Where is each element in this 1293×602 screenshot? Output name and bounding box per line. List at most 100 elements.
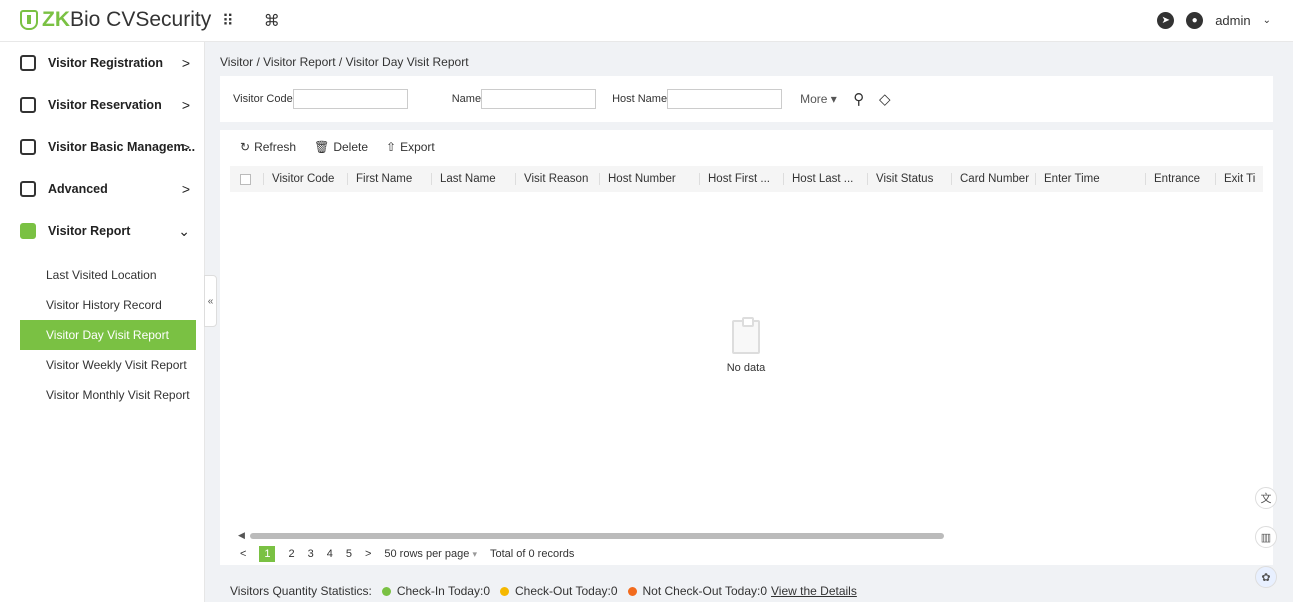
checkin-count: Check-In Today:0 <box>396 584 490 598</box>
column-header[interactable]: Host Last ... <box>783 173 867 185</box>
column-header[interactable]: First Name <box>347 173 431 185</box>
page-button[interactable]: 4 <box>327 548 333 560</box>
rows-per-page-label: 50 rows per page <box>384 548 470 560</box>
chevron-down-icon: ⌄ <box>178 222 190 239</box>
book-icon[interactable]: ▥ <box>1255 526 1277 548</box>
column-header[interactable]: Visitor Code <box>263 173 347 185</box>
user-icon[interactable]: ● <box>1186 12 1204 29</box>
export-button[interactable]: ⇧ Export <box>386 140 435 154</box>
column-header[interactable]: Visit Status <box>867 173 951 185</box>
checkout-count: Check-Out Today:0 <box>515 584 618 598</box>
gear-icon <box>20 139 36 155</box>
more-filters-button[interactable]: More ▾ <box>800 92 837 106</box>
host-name-input[interactable] <box>667 89 783 109</box>
view-details-link[interactable]: View the Details <box>771 584 857 598</box>
report-icon <box>20 223 36 239</box>
export-icon: ⇧ <box>386 140 397 154</box>
table-header: Visitor Code First Name Last Name Visit … <box>230 166 1263 192</box>
chevron-down-icon[interactable]: ⌄ <box>1263 15 1271 26</box>
caret-down-icon: ▾ <box>472 549 477 559</box>
sidebar-item-label: Visitor Registration <box>48 56 164 70</box>
page-button[interactable]: 1 <box>259 546 276 562</box>
main-content: ↻ Refresh 🗑 Delete ⇧ Export Visitor Code Fi… <box>220 130 1273 565</box>
chevron-right-icon: > <box>181 181 190 197</box>
refresh-button[interactable]: ↻ Refresh <box>240 140 296 154</box>
search-icon[interactable]: ⚲ <box>849 89 869 109</box>
sidebar-item-label: Visitor Report <box>48 224 131 238</box>
grid-icon[interactable]: ⠿ <box>222 11 234 31</box>
compass-icon[interactable]: ➤ <box>1157 12 1175 29</box>
clipboard-icon <box>732 317 760 354</box>
advanced-icon <box>20 181 36 197</box>
command-icon[interactable]: ⌘ <box>264 11 280 31</box>
logo-z: Z <box>42 8 55 31</box>
empty-state-text: No data <box>726 362 766 374</box>
sidebar-item-visitor-report[interactable]: Visitor Report ⌄ <box>0 210 204 252</box>
trash-icon: 🗑 <box>314 140 330 154</box>
select-all-checkbox[interactable] <box>240 173 251 185</box>
page-button[interactable]: 3 <box>308 548 314 560</box>
page-button[interactable]: 2 <box>288 548 294 560</box>
prev-page-button[interactable]: < <box>240 548 246 560</box>
host-name-label: Host Name <box>612 93 668 105</box>
visitor-code-input[interactable] <box>292 89 408 109</box>
sidebar-item-label: Advanced <box>48 182 108 196</box>
sidebar: Visitor Registration > Visitor Reservati… <box>0 42 205 602</box>
rows-per-page-select[interactable]: 50 rows per page ▾ <box>384 548 477 560</box>
column-header[interactable]: Host First ... <box>699 173 783 185</box>
toolbar: ↻ Refresh 🗑 Delete ⇧ Export <box>240 140 435 154</box>
stats-label: Visitors Quantity Statistics: <box>230 584 372 598</box>
total-records: Total of 0 records <box>489 548 575 560</box>
horizontal-scrollbar[interactable] <box>250 533 944 539</box>
not-checkout-count: Not Check-Out Today:0 <box>642 584 768 598</box>
breadcrumb: Visitor / Visitor Report / Visitor Day V… <box>220 55 469 69</box>
refresh-label: Refresh <box>254 140 297 154</box>
ai-brain-icon[interactable]: ✿ <box>1255 566 1277 588</box>
name-input[interactable] <box>481 89 597 109</box>
column-header[interactable]: Visit Reason <box>515 173 599 185</box>
sidebar-subitem-visitor-weekly-visit-report[interactable]: Visitor Weekly Visit Report <box>0 350 204 380</box>
empty-state: No data <box>710 317 782 374</box>
column-header[interactable]: Host Number <box>599 173 699 185</box>
eraser-icon[interactable]: ◇ <box>875 89 895 109</box>
registration-icon <box>20 55 36 71</box>
sidebar-item-label: Visitor Basic Managem... <box>48 140 196 154</box>
column-header[interactable]: Enter Time <box>1035 173 1145 185</box>
column-header[interactable]: Card Number <box>951 173 1035 185</box>
page-button[interactable]: 5 <box>346 548 352 560</box>
logo-bio: Bio CVSecurity <box>70 8 212 31</box>
sidebar-item-visitor-reservation[interactable]: Visitor Reservation > <box>0 84 204 126</box>
column-header[interactable]: Entrance <box>1145 173 1215 185</box>
delete-button[interactable]: 🗑 Delete <box>314 140 368 154</box>
translate-icon[interactable]: 文 <box>1255 487 1277 509</box>
column-header[interactable]: Exit Ti <box>1215 173 1255 185</box>
refresh-icon: ↻ <box>240 140 251 154</box>
reservation-icon <box>20 97 36 113</box>
sidebar-collapse-button[interactable]: « <box>204 275 217 327</box>
column-header[interactable]: Last Name <box>431 173 515 185</box>
visitor-stats-footer: Visitors Quantity Statistics: Check-In T… <box>230 584 857 598</box>
sidebar-item-visitor-registration[interactable]: Visitor Registration > <box>0 42 204 84</box>
sidebar-subitem-visitor-monthly-visit-report[interactable]: Visitor Monthly Visit Report <box>0 380 204 410</box>
chevron-right-icon: > <box>181 139 190 155</box>
sidebar-item-visitor-basic-management[interactable]: Visitor Basic Managem... > <box>0 126 204 168</box>
logo-text: ZKBio CVSecurity <box>42 8 211 32</box>
scroll-left-icon[interactable]: ◀ <box>238 530 245 541</box>
sidebar-subitem-last-visited-location[interactable]: Last Visited Location <box>0 260 204 290</box>
sidebar-subitem-visitor-day-visit-report[interactable]: Visitor Day Visit Report <box>20 320 196 350</box>
top-right: ➤ ● admin ⌄ <box>1157 12 1271 29</box>
logo-k: K <box>54 8 70 31</box>
name-label: Name <box>451 93 482 105</box>
sidebar-item-advanced[interactable]: Advanced > <box>0 168 204 210</box>
sidebar-subitem-visitor-history-record[interactable]: Visitor History Record <box>0 290 204 320</box>
visitor-code-label: Visitor Code <box>233 93 293 105</box>
search-panel: Visitor Code Name Host Name More ▾ ⚲ ◇ <box>220 76 1273 122</box>
sidebar-item-label: Visitor Reservation <box>48 98 162 112</box>
checkout-dot-icon <box>500 586 509 596</box>
chevron-right-icon: > <box>181 97 190 113</box>
chevron-right-icon: > <box>181 55 190 71</box>
app-logo[interactable]: ZKBio CVSecurity <box>20 8 211 32</box>
top-icons: ⠿ ⌘ <box>222 11 280 31</box>
user-name[interactable]: admin <box>1215 13 1250 28</box>
next-page-button[interactable]: > <box>365 548 371 560</box>
